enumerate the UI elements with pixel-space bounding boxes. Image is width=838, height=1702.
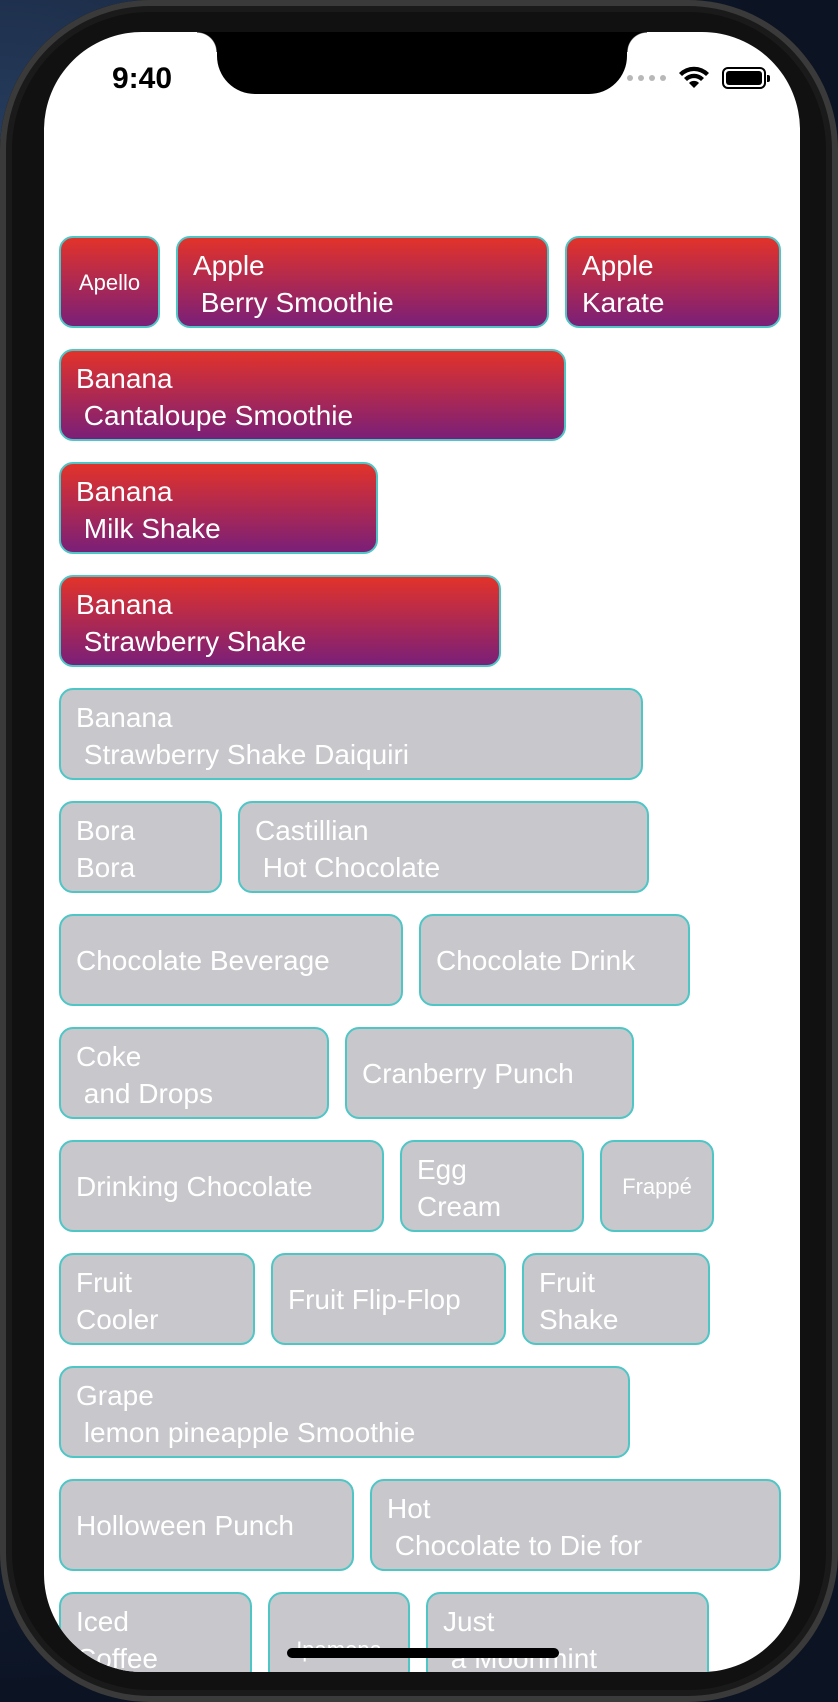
battery-icon bbox=[722, 67, 770, 89]
status-time: 9:40 bbox=[112, 62, 173, 95]
chip-ipamena[interactable]: Ipamena bbox=[268, 1592, 410, 1672]
chip-castillian-hot-chocolate[interactable]: Castillian Hot Chocolate bbox=[238, 801, 649, 893]
chip-banana-cantaloupe-smoothie[interactable]: Banana Cantaloupe Smoothie bbox=[59, 349, 566, 441]
chip-bora-bora[interactable]: Bora Bora bbox=[59, 801, 222, 893]
chip-apple-karate[interactable]: Apple Karate bbox=[565, 236, 781, 328]
wifi-icon bbox=[679, 66, 709, 88]
chip-drinking-chocolate[interactable]: Drinking Chocolate bbox=[59, 1140, 384, 1232]
chip-frappe[interactable]: Frappé bbox=[600, 1140, 714, 1232]
chip-banana-strawberry-shake-daiquiri[interactable]: Banana Strawberry Shake Daiquiri bbox=[59, 688, 643, 780]
chip-egg-cream[interactable]: Egg Cream bbox=[400, 1140, 584, 1232]
status-icons bbox=[627, 66, 770, 90]
chip-chocolate-drink[interactable]: Chocolate Drink bbox=[419, 914, 690, 1006]
chip-fruit-cooler[interactable]: Fruit Cooler bbox=[59, 1253, 255, 1345]
signal-dots-icon bbox=[627, 75, 666, 81]
chip-banana-milk-shake[interactable]: Banana Milk Shake bbox=[59, 462, 378, 554]
chip-chocolate-beverage[interactable]: Chocolate Beverage bbox=[59, 914, 403, 1006]
chip-fruit-flip-flop[interactable]: Fruit Flip-Flop bbox=[271, 1253, 506, 1345]
chip-grape-lemon-pineapple-smoothie[interactable]: Grape lemon pineapple Smoothie bbox=[59, 1366, 630, 1458]
chip-just-a-moonmint[interactable]: Just a Moonmint bbox=[426, 1592, 709, 1672]
chip-apello[interactable]: Apello bbox=[59, 236, 160, 328]
app-screen: 9:40 Apello Apple Berry Smoothie Apple K… bbox=[44, 32, 800, 1672]
chip-fruit-shake[interactable]: Fruit Shake bbox=[522, 1253, 710, 1345]
chip-cranberry-punch[interactable]: Cranberry Punch bbox=[345, 1027, 634, 1119]
chip-holloween-punch[interactable]: Holloween Punch bbox=[59, 1479, 354, 1571]
chip-banana-strawberry-shake[interactable]: Banana Strawberry Shake bbox=[59, 575, 501, 667]
notch bbox=[197, 32, 647, 94]
home-indicator[interactable] bbox=[287, 1648, 559, 1658]
chip-coke-and-drops[interactable]: Coke and Drops bbox=[59, 1027, 329, 1119]
chip-apple-berry-smoothie[interactable]: Apple Berry Smoothie bbox=[176, 236, 549, 328]
chip-list: Apello Apple Berry Smoothie Apple Karate… bbox=[59, 236, 789, 1672]
chip-hot-chocolate-to-die-for[interactable]: Hot Chocolate to Die for bbox=[370, 1479, 781, 1571]
chip-iced-coffee[interactable]: Iced Coffee bbox=[59, 1592, 252, 1672]
